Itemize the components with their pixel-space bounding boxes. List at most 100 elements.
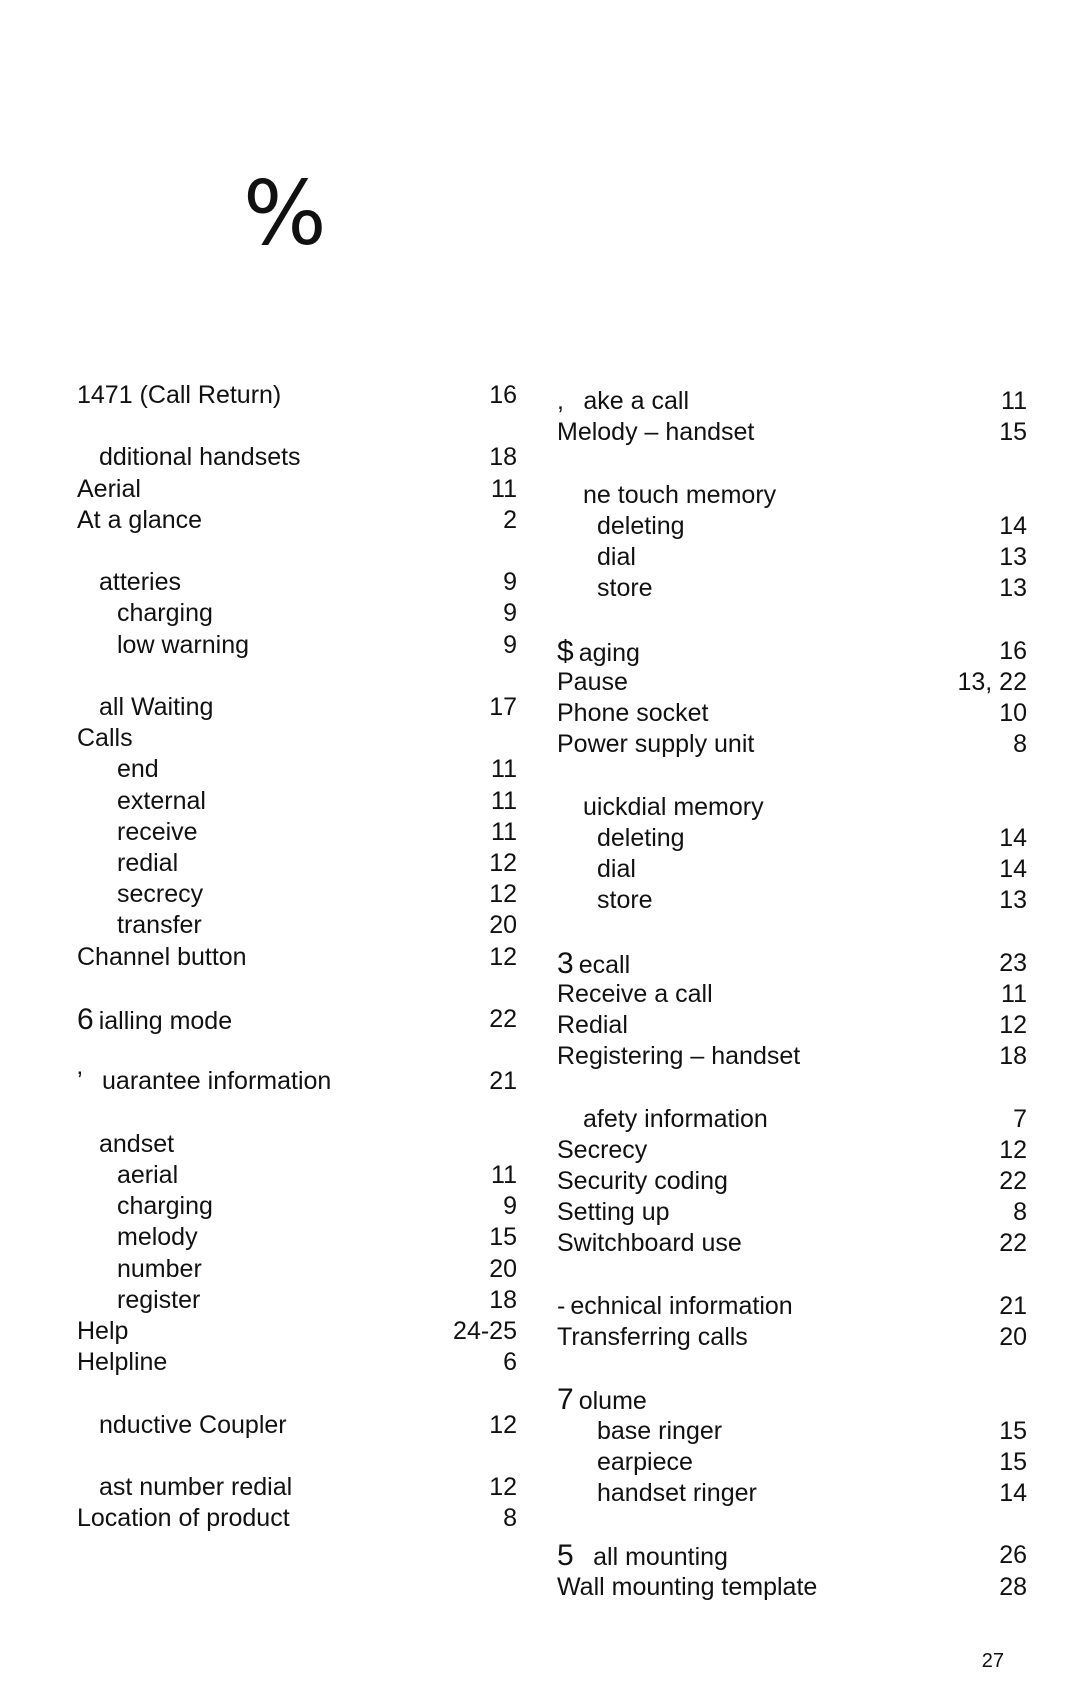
index-page-ref: 16 [999, 636, 1027, 665]
index-entry: store 13 [557, 573, 1027, 604]
index-term: Phone socket [557, 698, 709, 729]
index-entry: number 20 [77, 1254, 517, 1285]
index-entry: handset ringer 14 [557, 1478, 1027, 1509]
index-entry: 1471 (Call Return) 16 [77, 380, 517, 411]
index-term: Wall mounting template [557, 1572, 817, 1603]
index-term: Calls [77, 723, 133, 754]
index-entry: Power supply unit 8 [557, 729, 1027, 760]
index-term-text: charging [117, 599, 213, 628]
index-term-text: Help [77, 1317, 129, 1345]
index-term: , ake a call [557, 386, 689, 417]
index-term: Helpline [77, 1347, 167, 1378]
index-page-ref: 12 [489, 849, 517, 877]
index-entry: uickdial memory [557, 792, 1027, 823]
index-term-text: Melody – handset [557, 418, 755, 447]
index-entry: atteries 9 [77, 567, 517, 598]
index-entry: 7 olume [557, 1384, 1027, 1415]
index-page-ref: 12 [489, 942, 517, 971]
index-term-text: andset [99, 1129, 175, 1158]
index-term-text: Transferring calls [557, 1323, 748, 1351]
index-page-ref: 22 [999, 1229, 1027, 1258]
index-entry: secrecy 12 [77, 879, 517, 910]
index-term: uickdial memory [583, 792, 764, 823]
index-page-ref: 28 [999, 1572, 1027, 1601]
index-term-text: Helpline [77, 1348, 168, 1377]
index-term-text: Wall mounting template [557, 1572, 818, 1601]
index-term: Channel button [77, 942, 247, 973]
index-term-text: ialling mode [98, 1007, 233, 1035]
index-page-ref: 17 [489, 693, 517, 721]
index-term: secrecy [117, 879, 203, 910]
index-term-text: Power supply unit [557, 730, 755, 759]
index-section-glyph: 7 [557, 1383, 574, 1417]
index-term: Secrecy [557, 1135, 647, 1166]
index-entry: At a glance 2 [77, 505, 517, 536]
index-term-text: external [117, 786, 206, 815]
index-term-text: Redial [557, 1011, 628, 1039]
index-term: Security coding [557, 1166, 728, 1197]
index-page-ref: 12 [489, 1473, 517, 1501]
index-term: 6 ialling mode [77, 1004, 232, 1037]
index-page-ref: 10 [999, 699, 1027, 727]
index-term: dial [597, 542, 636, 573]
index-page-ref: 20 [999, 1323, 1027, 1351]
index-term-text: earpiece [597, 1447, 693, 1476]
index-entry: 6 ialling mode 22 [77, 1004, 517, 1035]
index-term-text: transfer [117, 911, 202, 940]
index-term: charging [117, 598, 213, 629]
index-page-ref: 15 [999, 418, 1027, 447]
index-term-text: Aerial [77, 474, 141, 503]
index-term-text: register [117, 1285, 201, 1314]
index-term-text: store [597, 574, 653, 603]
index-term-text: base ringer [597, 1416, 723, 1445]
index-term-text: Switchboard use [557, 1229, 742, 1258]
index-entry: Melody – handset 15 [557, 417, 1027, 448]
index-term: nductive Coupler [99, 1410, 287, 1441]
index-page-ref: 8 [1013, 1198, 1027, 1227]
index-entry: redial 12 [77, 848, 517, 879]
index-page-ref: 13 [999, 574, 1027, 603]
index-term: receive [117, 817, 198, 848]
index-page-ref: 9 [503, 1192, 517, 1221]
index-entry: Receive a call 11 [557, 979, 1027, 1010]
index-entry: register 18 [77, 1285, 517, 1316]
index-page-ref: 11 [1001, 979, 1027, 1008]
index-term: external [117, 786, 206, 817]
index-term-text: dial [597, 543, 636, 571]
index-entry: low warning 9 [77, 630, 517, 661]
index-term: store [597, 573, 653, 604]
index-section-glyph: 6 [77, 1003, 94, 1036]
index-entry: melody 15 [77, 1222, 517, 1253]
index-term: 7 olume [557, 1384, 647, 1417]
index-term: dditional handsets [99, 442, 301, 473]
index-term-text: Calls [77, 724, 133, 753]
index-term: store [597, 885, 653, 916]
index-term: Receive a call [557, 979, 713, 1010]
index-page-ref: 15 [489, 1223, 517, 1252]
index-term-text: store [597, 886, 653, 915]
index-page-ref: 6 [503, 1348, 517, 1377]
index-term-text: Phone socket [557, 699, 709, 727]
index-entry: Location of product 8 [77, 1503, 517, 1534]
index-term-text: ast number redial [99, 1473, 293, 1501]
index-entry: ne touch memory [557, 480, 1027, 511]
index-term-text: end [117, 755, 159, 784]
index-term: redial [117, 848, 178, 879]
index-page-ref: 13 [999, 886, 1027, 915]
index-page-ref: 15 [999, 1447, 1027, 1476]
index-page-ref: 12 [489, 1410, 517, 1439]
index-term-text: ake a call [583, 387, 690, 415]
index-term: Aerial [77, 474, 141, 505]
index-term-text: olume [578, 1387, 647, 1416]
index-term: aerial [117, 1160, 178, 1191]
index-page-ref: 11 [491, 786, 517, 815]
index-page-ref: 13 [999, 543, 1027, 571]
index-entry: charging 9 [77, 598, 517, 629]
index-page-ref: 22 [999, 1167, 1027, 1195]
index-term-text: Security coding [557, 1167, 728, 1195]
index-entry: dditional handsets 18 [77, 442, 517, 473]
index-term: all Waiting [99, 692, 213, 723]
index-entry: afety information 7 [557, 1104, 1027, 1135]
index-page-ref: 11 [1001, 387, 1027, 415]
index-page-ref: 8 [1013, 730, 1027, 759]
